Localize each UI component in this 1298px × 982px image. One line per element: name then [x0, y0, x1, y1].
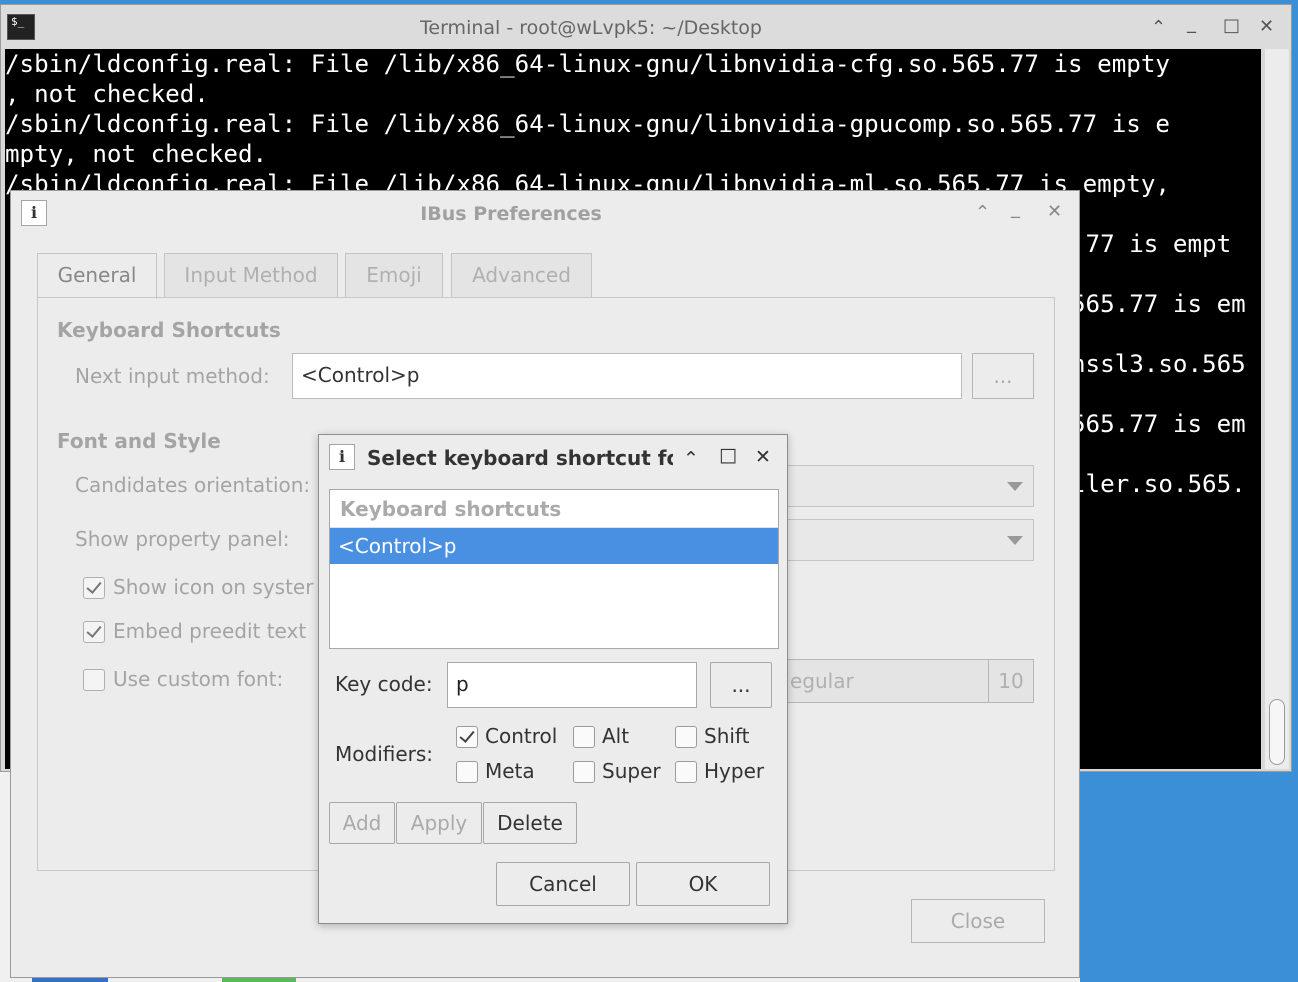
ibus-close-button[interactable]: ✕ — [1047, 201, 1062, 222]
terminal-line: mpty, not checked. — [5, 140, 268, 168]
next-input-method-label: Next input method: — [75, 364, 270, 388]
terminal-close-button[interactable]: ✕ — [1259, 16, 1274, 37]
close-button[interactable]: Close — [911, 899, 1045, 943]
keyboard-shortcuts-heading: Keyboard Shortcuts — [57, 318, 281, 342]
terminal-shade-button[interactable]: ⌃ — [1151, 17, 1166, 38]
desktop-wallpaper — [1080, 770, 1298, 982]
hyper-modifier-checkbox[interactable] — [675, 761, 697, 783]
apply-button[interactable]: Apply — [396, 802, 482, 844]
hyper-modifier-label: Hyper — [704, 759, 765, 783]
terminal-line: /sbin/ldconfig.real: File /lib/x86_64-li… — [5, 110, 1170, 138]
dialog-close-button[interactable]: ✕ — [755, 446, 771, 468]
cancel-button[interactable]: Cancel — [496, 862, 630, 906]
custom-font-size[interactable]: 10 — [988, 659, 1034, 703]
use-custom-font-label: Use custom font: — [113, 667, 284, 691]
modifiers-label: Modifiers: — [335, 742, 434, 766]
chevron-down-icon — [1007, 482, 1023, 491]
terminal-maximize-button[interactable]: □ — [1223, 15, 1240, 36]
tab-general[interactable]: General — [37, 253, 157, 299]
tab-emoji[interactable]: Emoji — [345, 253, 443, 297]
terminal-line-fragment: ller.so.565. — [1071, 470, 1246, 498]
shift-modifier-label: Shift — [704, 724, 750, 748]
terminal-line-fragment: .77 is empt — [1071, 230, 1232, 258]
checkmark-icon — [459, 727, 475, 743]
terminal-title: Terminal - root@wLvpk5: ~/Desktop — [420, 17, 762, 39]
chevron-down-icon — [1007, 536, 1023, 545]
meta-modifier-label: Meta — [485, 759, 535, 783]
show-property-panel-select[interactable] — [781, 519, 1034, 561]
show-icon-checkbox[interactable] — [83, 577, 105, 599]
candidates-orientation-select[interactable] — [781, 465, 1034, 507]
meta-modifier-checkbox[interactable] — [456, 761, 478, 783]
ibus-titlebar[interactable]: i IBus Preferences ⌃ _ ✕ — [11, 191, 1079, 235]
ok-button[interactable]: OK — [636, 862, 770, 906]
terminal-scrollbar[interactable] — [1265, 49, 1289, 769]
next-input-method-field[interactable]: <Control>p — [292, 353, 962, 399]
embed-preedit-label: Embed preedit text — [113, 619, 307, 643]
control-modifier-checkbox[interactable] — [456, 726, 478, 748]
shortcuts-list-header: Keyboard shortcuts — [330, 490, 778, 528]
dialog-shade-button[interactable]: ⌃ — [683, 448, 699, 470]
terminal-titlebar[interactable]: $_ Terminal - root@wLvpk5: ~/Desktop ⌃ _… — [1, 5, 1291, 49]
info-icon: i — [329, 444, 355, 470]
key-code-label: Key code: — [335, 672, 433, 696]
show-icon-label: Show icon on syster — [113, 575, 314, 599]
shortcuts-list[interactable]: Keyboard shortcuts <Control>p — [329, 489, 779, 649]
show-property-panel-label: Show property panel: — [75, 527, 290, 551]
checkmark-icon — [86, 578, 102, 594]
dialog-maximize-button[interactable]: □ — [719, 444, 737, 466]
terminal-line-fragment: 565.77 is em — [1071, 410, 1246, 438]
ibus-title: IBus Preferences — [420, 203, 602, 225]
control-modifier-label: Control — [485, 724, 558, 748]
alt-modifier-label: Alt — [602, 724, 630, 748]
alt-modifier-checkbox[interactable] — [573, 726, 595, 748]
ibus-shade-button[interactable]: ⌃ — [975, 202, 990, 223]
key-code-field[interactable]: p — [447, 662, 697, 708]
add-button[interactable]: Add — [329, 802, 395, 844]
next-input-method-browse-button[interactable]: ... — [972, 353, 1034, 399]
checkmark-icon — [86, 622, 102, 638]
use-custom-font-checkbox[interactable] — [83, 669, 105, 691]
shortcut-list-item[interactable]: <Control>p — [330, 528, 778, 564]
font-and-style-heading: Font and Style — [57, 429, 221, 453]
super-modifier-label: Super — [602, 759, 661, 783]
terminal-line: , not checked. — [5, 80, 209, 108]
shift-modifier-checkbox[interactable] — [675, 726, 697, 748]
tab-advanced[interactable]: Advanced — [451, 253, 592, 297]
candidates-orientation-label: Candidates orientation: — [75, 473, 311, 497]
super-modifier-checkbox[interactable] — [573, 761, 595, 783]
tab-input-method[interactable]: Input Method — [164, 253, 338, 297]
embed-preedit-checkbox[interactable] — [83, 621, 105, 643]
terminal-line-fragment: 565.77 is em — [1071, 290, 1246, 318]
terminal-line-fragment: nssl3.so.565 — [1071, 350, 1246, 378]
select-shortcut-dialog[interactable]: i Select keyboard shortcut for ⌃ □ ✕ Key… — [318, 434, 788, 924]
dialog-title: Select keyboard shortcut for — [367, 446, 673, 470]
terminal-line: /sbin/ldconfig.real: File /lib/x86_64-li… — [5, 50, 1170, 78]
key-code-browse-button[interactable]: ... — [710, 662, 772, 708]
terminal-scroll-thumb[interactable] — [1269, 699, 1285, 765]
custom-font-button[interactable]: egular — [781, 659, 989, 703]
terminal-minimize-button[interactable]: _ — [1187, 13, 1196, 34]
delete-button[interactable]: Delete — [483, 802, 577, 844]
ibus-minimize-button[interactable]: _ — [1011, 198, 1020, 219]
